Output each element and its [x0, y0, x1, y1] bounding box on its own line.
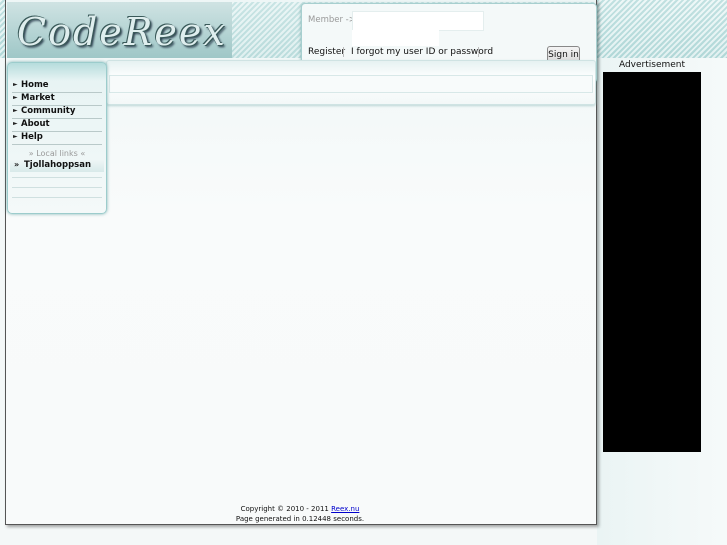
menu-divider	[12, 187, 102, 188]
copyright-text: Copyright © 2010 - 2011	[240, 505, 329, 513]
copyright-line: Copyright © 2010 - 2011 Reex.nu	[5, 504, 595, 514]
arrow-right-icon: ►	[13, 94, 18, 101]
menu-item-label: Community	[21, 106, 76, 116]
menu-item-home[interactable]: ► Home	[12, 80, 102, 93]
footer: Copyright © 2010 - 2011 Reex.nu Page gen…	[5, 504, 595, 524]
menu-item-label: Market	[21, 93, 55, 103]
double-arrow-icon: »	[14, 160, 20, 169]
local-link-tjollahoppsan[interactable]: » Tjollahoppsan	[10, 160, 104, 172]
advertisement-box[interactable]	[603, 72, 701, 452]
menu-divider	[12, 177, 102, 178]
member-label: Member ->	[308, 15, 356, 25]
menu-item-about[interactable]: ► About	[12, 119, 102, 132]
menu-item-help[interactable]: ► Help	[12, 132, 102, 145]
logo[interactable]: CodeReex	[7, 2, 232, 58]
menu-item-label: Home	[21, 80, 49, 90]
local-links-heading: » Local links «	[28, 149, 86, 158]
forgot-password-link[interactable]: I forgot my user ID or password	[351, 47, 493, 57]
menu-divider	[12, 197, 102, 198]
menu-item-market[interactable]: ► Market	[12, 93, 102, 106]
link-divider	[343, 47, 344, 57]
arrow-right-icon: ►	[13, 107, 18, 114]
password-input[interactable]	[352, 30, 439, 46]
logo-text: CodeReex	[17, 10, 227, 54]
register-link[interactable]: Register	[308, 47, 345, 57]
arrow-right-icon: ►	[13, 81, 18, 88]
generation-time: Page generated in 0.12448 seconds.	[235, 515, 365, 523]
member-id-input[interactable]	[352, 11, 484, 31]
menu-item-label: About	[21, 119, 50, 129]
side-menu: ► Home ► Market ► Community ► About ► He…	[7, 62, 107, 214]
advertisement-title: Advertisement	[618, 60, 686, 70]
arrow-right-icon: ►	[13, 120, 18, 127]
menu-item-label: Help	[21, 132, 43, 142]
menu-item-community[interactable]: ► Community	[12, 106, 102, 119]
link-divider	[478, 47, 479, 57]
nav-bar	[106, 60, 596, 105]
arrow-right-icon: ►	[13, 133, 18, 140]
local-link-label: Tjollahoppsan	[24, 160, 92, 170]
copyright-link[interactable]: Reex.nu	[331, 505, 359, 513]
nav-bar-inner	[109, 75, 593, 93]
